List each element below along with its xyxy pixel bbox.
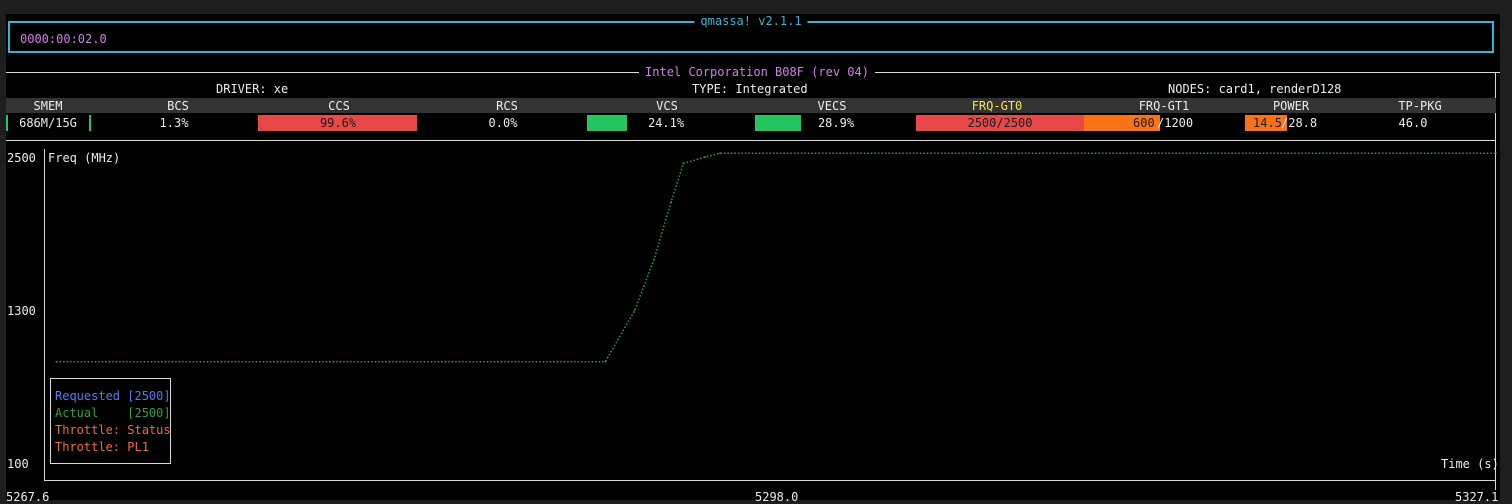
legend-throttle-status: Throttle: Status: [55, 423, 171, 437]
data-point: [604, 360, 607, 363]
chart-legend: Requested [2500] Actual [2500] Throttle:…: [50, 378, 171, 464]
legend-actual: Actual [2500]: [55, 406, 171, 420]
terminal-window: qmassa! v2.1.1 0000:00:02.0 Intel Corpor…: [0, 0, 1512, 504]
frequency-plot: [55, 152, 1497, 363]
data-point: [704, 156, 707, 158]
data-point: [653, 258, 655, 261]
data-point: [55, 360, 58, 363]
data-point: [1495, 152, 1497, 154]
series-line-actual: [56, 152, 1496, 363]
data-point: [682, 162, 685, 165]
legend-throttle-pl1: Throttle: PL1: [55, 440, 149, 454]
data-point: [633, 309, 636, 312]
data-point: [719, 152, 721, 154]
legend-requested: Requested [2500]: [55, 389, 171, 403]
data-point: [670, 200, 672, 203]
